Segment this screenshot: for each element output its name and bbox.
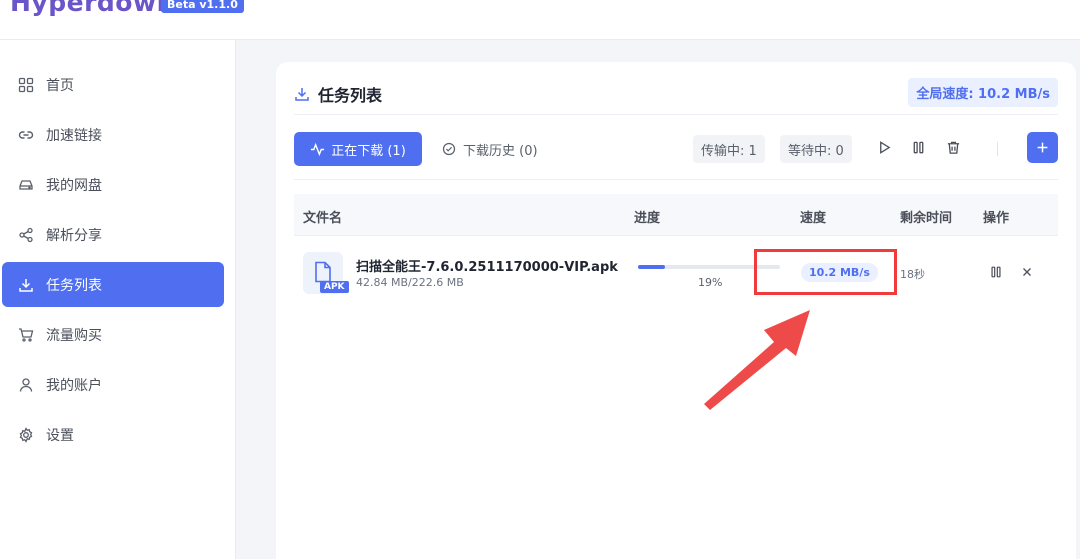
remove-task-button[interactable] bbox=[1020, 264, 1034, 278]
global-speed-badge: 全局速度: 10.2 MB/s bbox=[908, 78, 1058, 107]
divider bbox=[294, 179, 1058, 180]
sidebar: 首页 加速链接 我的网盘 解析分享 任务列表 流量购买 我的账户 设置 bbox=[0, 40, 236, 559]
sidebar-item-label: 我的网盘 bbox=[46, 177, 102, 194]
tab-history-label: 下载历史 (0) bbox=[463, 143, 538, 159]
divider bbox=[294, 114, 1058, 115]
sidebar-item-label: 首页 bbox=[46, 77, 74, 94]
progress-percent: 19% bbox=[698, 276, 723, 289]
share-icon bbox=[18, 227, 34, 243]
download-icon bbox=[295, 88, 309, 101]
file-icon bbox=[315, 261, 331, 283]
tab-downloading[interactable]: 正在下载 (1) bbox=[294, 132, 422, 166]
plus-icon bbox=[1037, 142, 1048, 153]
progress-bar-fill bbox=[638, 265, 665, 269]
gear-icon bbox=[18, 426, 34, 443]
transferring-count: 传输中: 1 bbox=[693, 135, 765, 163]
link-icon bbox=[18, 127, 34, 143]
version-badge: Beta v1.1.0 bbox=[161, 0, 244, 13]
sidebar-item-settings[interactable]: 设置 bbox=[2, 412, 224, 457]
activity-icon bbox=[311, 142, 325, 156]
waiting-count: 等待中: 0 bbox=[780, 135, 852, 163]
column-header-actions: 操作 bbox=[983, 211, 1010, 226]
highlight-box bbox=[754, 249, 897, 295]
toolbar-divider bbox=[997, 142, 998, 156]
sidebar-item-label: 解析分享 bbox=[46, 227, 102, 244]
sidebar-item-my-account[interactable]: 我的账户 bbox=[2, 362, 224, 407]
top-bar: Hyperdown Beta v1.1.0 bbox=[0, 0, 1080, 40]
annotation-arrow-icon bbox=[704, 310, 810, 410]
task-list-panel: 任务列表 全局速度: 10.2 MB/s 正在下载 (1) 下载历史 (0) 传… bbox=[276, 62, 1076, 559]
sidebar-item-label: 我的账户 bbox=[46, 377, 102, 394]
tab-downloading-label: 正在下载 (1) bbox=[331, 143, 406, 159]
cart-icon bbox=[18, 327, 34, 343]
sidebar-item-accelerate-link[interactable]: 加速链接 bbox=[2, 112, 224, 157]
remaining-time: 18秒 bbox=[900, 268, 925, 281]
sidebar-item-label: 设置 bbox=[46, 427, 74, 444]
app-logo: Hyperdown bbox=[10, 0, 175, 17]
sidebar-item-label: 任务列表 bbox=[46, 277, 102, 294]
trash-icon bbox=[947, 141, 959, 154]
sidebar-item-label: 流量购买 bbox=[46, 327, 102, 344]
add-task-button[interactable] bbox=[1027, 132, 1058, 163]
pause-task-button[interactable] bbox=[989, 264, 1003, 278]
check-circle-icon bbox=[442, 142, 456, 156]
sidebar-item-task-list[interactable]: 任务列表 bbox=[2, 262, 224, 307]
file-type-badge: APK bbox=[320, 281, 349, 293]
page-title-text: 任务列表 bbox=[318, 86, 383, 105]
sidebar-item-parse-share[interactable]: 解析分享 bbox=[2, 212, 224, 257]
page-title: 任务列表 bbox=[294, 82, 382, 106]
sidebar-item-my-drive[interactable]: 我的网盘 bbox=[2, 162, 224, 207]
column-header-progress: 进度 bbox=[634, 211, 661, 226]
file-size: 42.84 MB/222.6 MB bbox=[356, 276, 464, 289]
close-icon bbox=[1023, 268, 1031, 276]
play-icon bbox=[879, 140, 890, 154]
sidebar-item-home[interactable]: 首页 bbox=[2, 62, 224, 107]
sidebar-item-buy-traffic[interactable]: 流量购买 bbox=[2, 312, 224, 357]
column-header-speed: 速度 bbox=[800, 211, 827, 226]
sidebar-item-label: 加速链接 bbox=[46, 127, 102, 144]
grid-icon bbox=[18, 77, 34, 93]
table-header: 文件名 进度 速度 剩余时间 操作 bbox=[294, 194, 1058, 236]
download-icon bbox=[18, 277, 34, 293]
pause-icon bbox=[913, 141, 923, 153]
pause-icon bbox=[991, 266, 1001, 278]
drive-icon bbox=[18, 177, 34, 193]
file-name: 扫描全能王-7.6.0.2511170000-VIP.apk bbox=[356, 260, 618, 275]
tab-history[interactable]: 下载历史 (0) bbox=[442, 132, 552, 166]
column-header-remaining: 剩余时间 bbox=[900, 211, 953, 226]
start-all-button[interactable] bbox=[876, 139, 892, 155]
delete-all-button[interactable] bbox=[945, 139, 961, 155]
column-header-name: 文件名 bbox=[303, 211, 343, 226]
user-icon bbox=[18, 377, 34, 393]
pause-all-button[interactable] bbox=[910, 139, 926, 155]
